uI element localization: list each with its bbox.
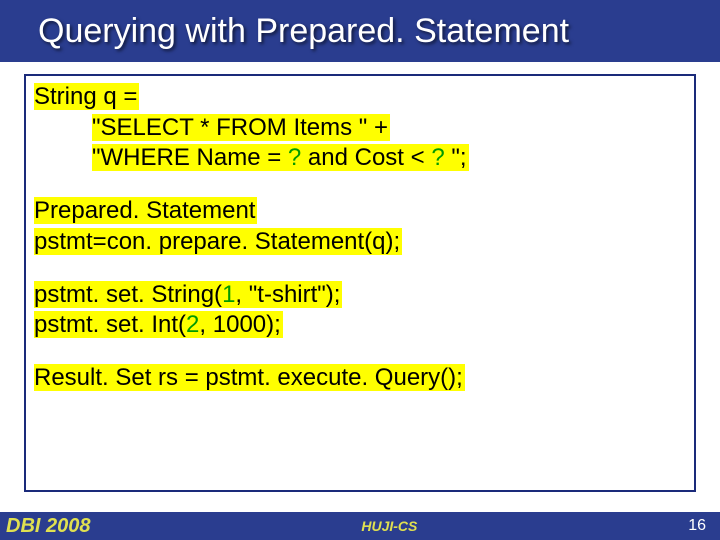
slide-number: 16 [688, 517, 720, 535]
code-line: String q = [34, 83, 139, 110]
code-box: String q = "SELECT * FROM Items " + "WHE… [24, 74, 696, 492]
code-block-2: Prepared. Statement pstmt=con. prepare. … [34, 196, 686, 257]
code-line: pstmt. set. Int(2, 1000); [34, 311, 283, 338]
code-line: "SELECT * FROM Items " + [92, 114, 390, 141]
code-block-3: pstmt. set. String(1, "t-shirt"); pstmt.… [34, 280, 686, 341]
title-bar: Querying with Prepared. Statement [0, 0, 720, 62]
code-block-1: String q = "SELECT * FROM Items " + "WHE… [34, 82, 686, 174]
code-block-4: Result. Set rs = pstmt. execute. Query()… [34, 363, 686, 394]
footer: DBI 2008 HUJI-CS 16 [0, 512, 720, 540]
footer-left: DBI 2008 [0, 515, 91, 538]
slide-title: Querying with Prepared. Statement [38, 12, 569, 51]
code-line: Prepared. Statement [34, 197, 257, 224]
code-line: pstmt=con. prepare. Statement(q); [34, 228, 402, 255]
code-line: "WHERE Name = ? and Cost < ? "; [92, 144, 469, 171]
code-line: Result. Set rs = pstmt. execute. Query()… [34, 364, 465, 391]
footer-center: HUJI-CS [91, 518, 689, 534]
code-line: pstmt. set. String(1, "t-shirt"); [34, 281, 342, 308]
